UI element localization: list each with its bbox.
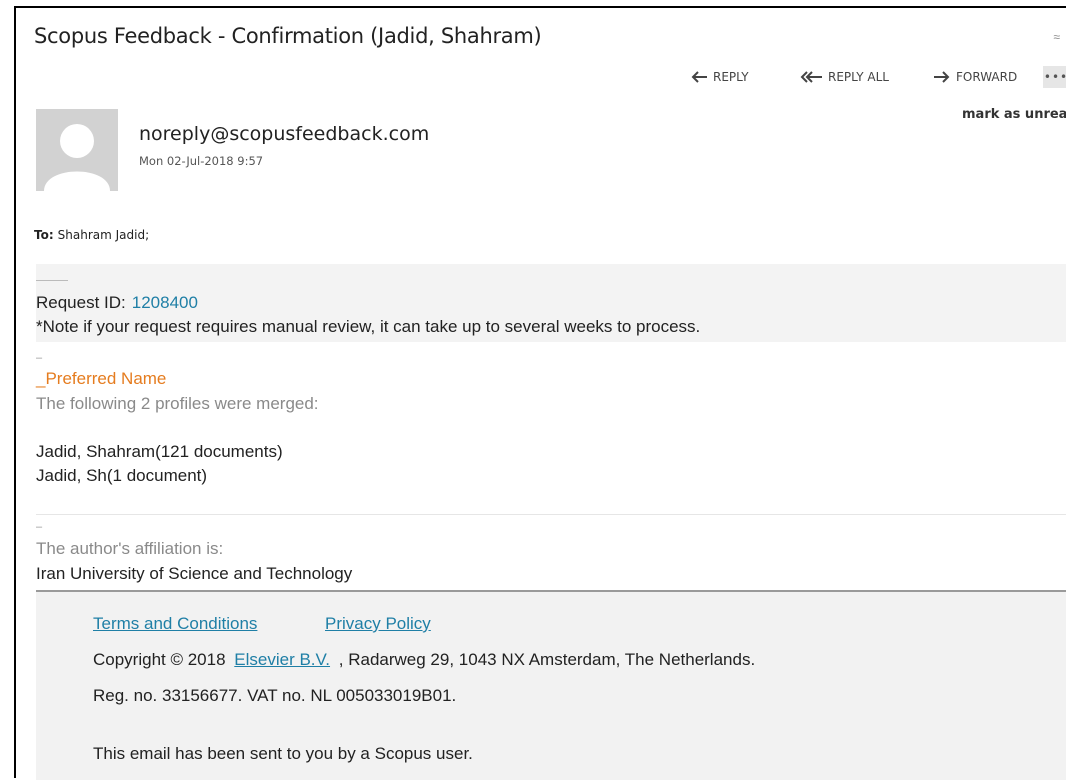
double-arrow-left-icon	[800, 71, 822, 83]
forward-button[interactable]: FORWARD	[934, 70, 1017, 84]
reply-label: REPLY	[713, 70, 749, 84]
email-body: Request ID: 1208400 *Note if your request…	[36, 264, 1066, 780]
sent-by-note: This email has been sent to you by a Sco…	[93, 744, 473, 763]
affiliation-card: – The author's affiliation is: Iran Univ…	[36, 514, 1066, 592]
collapse-icon[interactable]: ≈	[1053, 30, 1060, 44]
preferred-name-heading: _Preferred Name	[36, 369, 167, 388]
forward-label: FORWARD	[956, 70, 1018, 84]
profile-item: Jadid, Shahram(121 documents)	[36, 442, 283, 461]
merge-note: The following 2 profiles were merged:	[36, 394, 319, 413]
request-id-line: Request ID: 1208400	[36, 293, 198, 313]
recipient-name[interactable]: Shahram Jadid;	[58, 228, 149, 242]
divider	[36, 280, 68, 281]
affiliation-label: The author's affiliation is:	[36, 539, 224, 558]
more-options-button[interactable]: •••	[1043, 66, 1066, 88]
email-subject: Scopus Feedback - Confirmation (Jadid, S…	[34, 24, 542, 48]
reply-button[interactable]: REPLY	[691, 70, 749, 84]
request-id-label: Request ID:	[36, 293, 126, 312]
divider-mark: –	[36, 521, 43, 533]
copyright-line: Copyright © 2018 Elsevier B.V. , Radarwe…	[93, 650, 755, 670]
email-footer: Terms and Conditions Privacy Policy Copy…	[36, 592, 1066, 780]
profile-item: Jadid, Sh(1 document)	[36, 466, 208, 485]
copyright-text: Copyright © 2018	[93, 650, 226, 669]
arrow-right-icon	[934, 71, 950, 83]
registration-line: Reg. no. 33156677. VAT no. NL 005033019B…	[93, 686, 457, 705]
terms-link[interactable]: Terms and Conditions	[93, 614, 257, 634]
email-reading-pane: Scopus Feedback - Confirmation (Jadid, S…	[14, 6, 1066, 780]
reply-all-label: REPLY ALL	[828, 70, 889, 84]
arrow-left-icon	[691, 71, 707, 83]
request-section: Request ID: 1208400 *Note if your request…	[36, 264, 1066, 342]
person-icon	[44, 124, 110, 191]
avatar	[36, 109, 118, 191]
action-bar: REPLY REPLY ALL FORWARD •••	[16, 66, 1066, 90]
sender-address[interactable]: noreply@scopusfeedback.com	[139, 123, 429, 145]
recipient-line: To: Shahram Jadid;	[34, 228, 149, 242]
affiliation-value: Iran University of Science and Technolog…	[36, 564, 353, 583]
reply-all-button[interactable]: REPLY ALL	[800, 70, 889, 84]
sent-date: Mon 02-Jul-2018 9:57	[139, 154, 264, 168]
request-id-value: 1208400	[131, 293, 198, 312]
elsevier-link[interactable]: Elsevier B.V.	[234, 650, 330, 669]
divider-mark: –	[36, 352, 43, 364]
to-label: To:	[34, 228, 54, 242]
review-note: *Note if your request requires manual re…	[36, 317, 701, 336]
privacy-link[interactable]: Privacy Policy	[325, 614, 431, 634]
address-text: , Radarweg 29, 1043 NX Amsterdam, The Ne…	[338, 650, 756, 669]
preferred-name-card: – _Preferred Name The following 2 profil…	[36, 342, 1066, 514]
mark-as-unread-link[interactable]: mark as unread	[962, 107, 1066, 122]
